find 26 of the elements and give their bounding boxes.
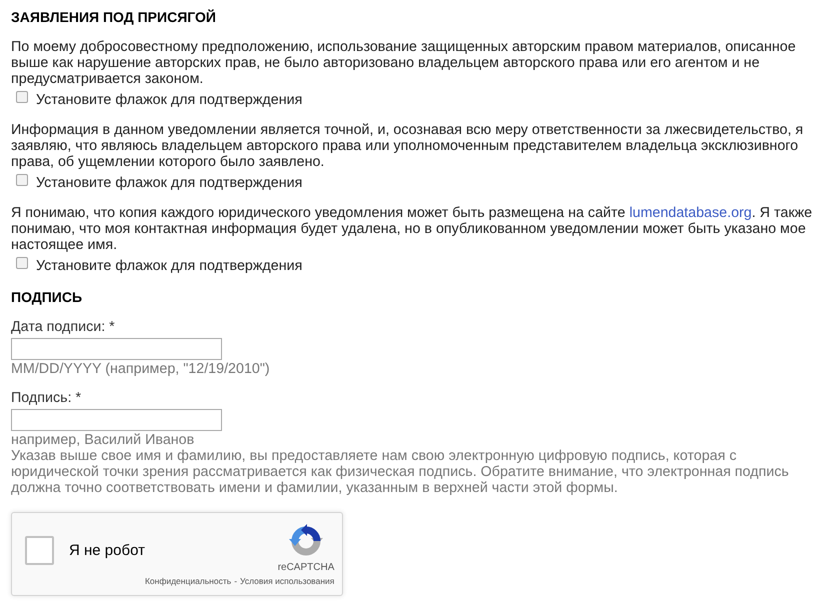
field-label: Подпись: *	[11, 390, 82, 406]
captcha-label: Я не робот	[69, 542, 145, 560]
input-field[interactable]	[11, 409, 222, 431]
field-hint: MM/DD/YYYY (например, "12/19/2010")	[11, 361, 271, 377]
checkbox[interactable]	[16, 91, 28, 103]
statement-text: Я понимаю, что копия каждого юридического уведомления может быть размещена на сайте lumendatabase.org. Я также понимаю, что моя контактная информация будет удалена, но в опубликованном уведомлении может быть указано мое настоящее имя.	[11, 205, 814, 253]
checkbox-label: Установите флажок для подтверждения	[36, 175, 302, 191]
statement-text: По моему добросовестному предположению, использование защищенных авторским правом материалов, описанное выше как нарушение авторских прав, не было авторизовано владельцем авторского права или его агентом и не предусматривается законом.	[11, 39, 797, 87]
field-hint: например, Василий Иванов	[11, 432, 196, 448]
captcha-brand: reCAPTCHA	[278, 562, 334, 574]
section-heading: ЗАЯВЛЕНИЯ ПОД ПРИСЯГОЙ	[11, 9, 217, 25]
signature-note: Указав выше свое имя и фамилию, вы предоставляете нам свою электронную цифровую подпись, которая с юридической точки зрения рассматривается как физическая подпись. Обратите внимание, что электронная подпись должна точно соответствовать имени и фамилии, указанным в верхней части этой формы.	[11, 448, 790, 496]
statement-text: Информация в данном уведомлении является точной, и, осознавая всю меру ответственности за лжесвидетельство, я заявляю, что являюсь владельцем авторского права или уполномоченным представителем владельца эксклюзивного права, об ущемлении которого было заявлено.	[11, 122, 804, 170]
field-label: Дата подписи: *	[11, 319, 116, 335]
checkbox-label: Установите флажок для подтверждения	[36, 92, 302, 108]
checkbox[interactable]	[16, 257, 28, 269]
checkbox-label: Установите флажок для подтверждения	[36, 258, 302, 274]
terms-link[interactable]: Условия использования	[240, 576, 334, 587]
checkbox[interactable]	[16, 174, 28, 186]
circular-arrows-icon	[289, 524, 324, 558]
privacy-link[interactable]: Конфиденциальность	[144, 576, 232, 587]
section-heading: ПОДПИСЬ	[11, 289, 84, 305]
separator-text: -	[234, 576, 238, 587]
captcha-checkbox[interactable]	[25, 536, 54, 565]
input-field[interactable]	[11, 338, 222, 360]
website-link[interactable]: lumendatabase.org	[629, 205, 752, 221]
